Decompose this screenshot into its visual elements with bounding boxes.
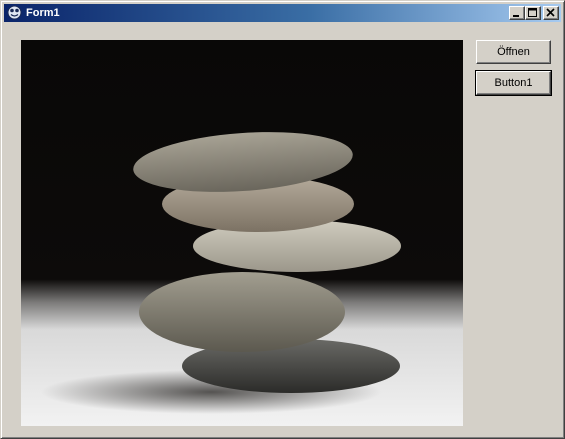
minimize-icon [513,15,519,17]
app-icon[interactable] [7,5,22,20]
minimize-button[interactable] [509,6,525,20]
stacked-stones-image [21,40,463,426]
close-button[interactable] [543,6,559,20]
open-button-label: Öffnen [497,46,530,58]
picture-box [21,40,463,426]
maximize-icon [528,8,537,17]
maximize-button[interactable] [525,6,541,20]
main-window: Form1 Öffnen Button1 [0,0,565,439]
close-icon [546,8,555,17]
button1[interactable]: Button1 [475,70,552,96]
button1-label: Button1 [494,77,533,89]
window-title: Form1 [26,7,60,19]
title-bar[interactable]: Form1 [4,4,561,22]
open-button[interactable]: Öffnen [476,40,551,64]
